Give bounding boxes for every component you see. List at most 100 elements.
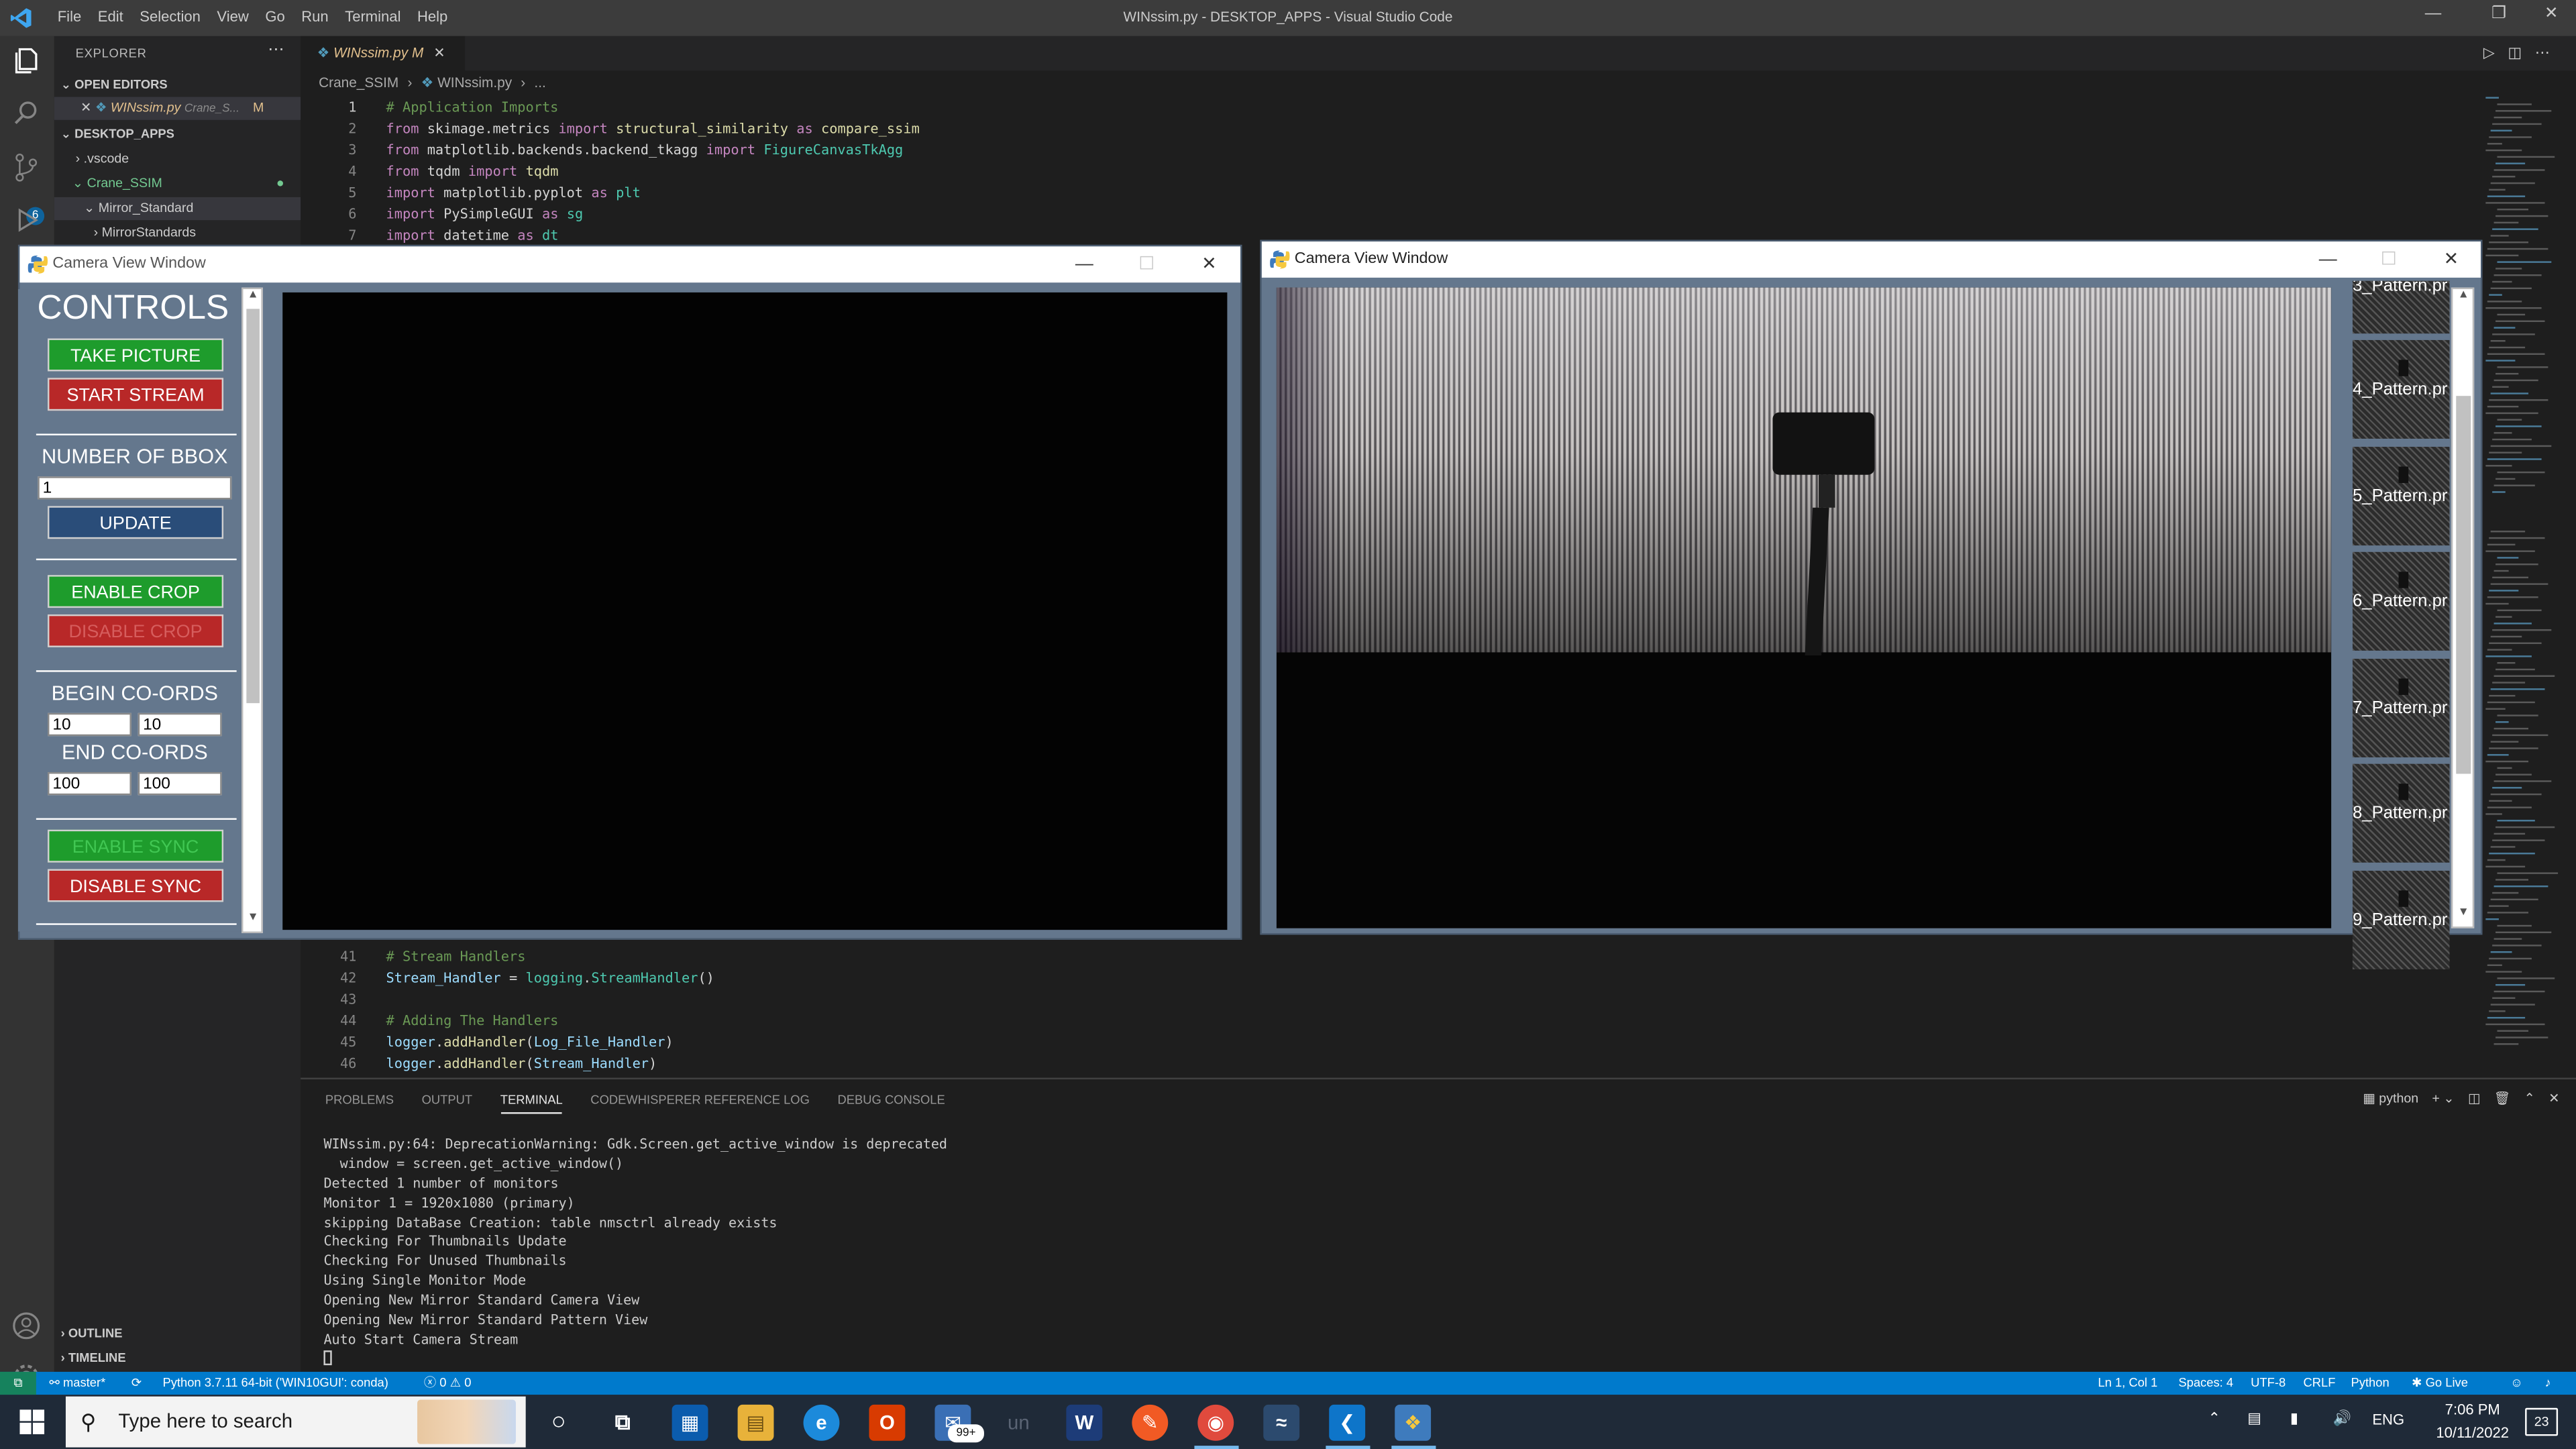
tab-output[interactable]: OUTPUT — [422, 1093, 473, 1114]
timeline-section[interactable]: › TIMELINE — [54, 1347, 301, 1370]
tab-codewhisperer[interactable]: CODEWHISPERER REFERENCE LOG — [590, 1093, 810, 1114]
run-icon[interactable]: ▷ — [2483, 44, 2508, 60]
run-debug-icon[interactable] — [10, 204, 43, 237]
more-actions-icon[interactable]: ⋯ — [2535, 44, 2563, 60]
trash-icon[interactable]: 🗑 — [2494, 1091, 2511, 1106]
split-editor-icon[interactable]: ◫ — [2508, 44, 2534, 60]
new-terminal-icon[interactable]: + — [2432, 1091, 2439, 1106]
go-live[interactable]: ✱ Go Live — [2412, 1372, 2468, 1395]
minimize-icon[interactable]: — — [2408, 5, 2457, 23]
scroll-down-icon[interactable]: ▼ — [245, 912, 261, 931]
edge-icon[interactable]: e — [803, 1404, 840, 1441]
problems-count[interactable]: ⓧ 0 ⚠ 0 — [424, 1372, 472, 1395]
chrome-icon[interactable]: ◉ — [1197, 1404, 1234, 1441]
camera-feed-left[interactable] — [282, 292, 1228, 930]
pattern-thumbnail[interactable]: 9_Pattern.pr — [2352, 869, 2450, 969]
chevron-up-icon[interactable]: ⌃ — [2208, 1409, 2220, 1428]
breadcrumb-file[interactable]: WINssim.py — [437, 74, 512, 90]
camera-feed-right[interactable] — [1276, 287, 2332, 928]
cursor-position[interactable]: Ln 1, Col 1 — [2098, 1372, 2157, 1395]
file-explorer-icon[interactable]: ▤ — [737, 1404, 774, 1441]
camera-window-titlebar[interactable]: Camera View Window — ☐ ✕ — [1261, 241, 2481, 278]
minimize-icon[interactable]: — — [1055, 246, 1114, 282]
open-editor-item[interactable]: ✕ ❖ WINssim.py Crane_S... M — [54, 97, 301, 120]
account-icon[interactable] — [10, 1309, 43, 1342]
start-stream-button[interactable]: START STREAM — [48, 378, 224, 411]
pattern-thumbnail[interactable]: 6_Pattern.pr — [2352, 551, 2450, 651]
code-line[interactable]: 3 from matplotlib.backends.backend_tkagg … — [301, 140, 2485, 161]
encoding[interactable]: UTF-8 — [2251, 1372, 2286, 1395]
thumbnails-scrollbar[interactable]: ▲ ▼ — [2451, 287, 2475, 928]
app-un-icon[interactable]: un — [1000, 1405, 1036, 1441]
code-line[interactable]: 43 — [301, 989, 2485, 1010]
sync-icon[interactable]: ⟳ — [131, 1372, 142, 1395]
close-icon[interactable]: ✕ — [1179, 246, 1238, 282]
workspace-section[interactable]: ⌄ DESKTOP_APPS — [54, 123, 301, 146]
end-x-input[interactable]: 100 — [48, 772, 131, 796]
restore-icon[interactable]: ❐ — [2474, 5, 2523, 23]
terminal-output[interactable]: WINssim.py:64: DeprecationWarning: Gdk.S… — [323, 1135, 947, 1369]
code-line[interactable]: 4 from tqdm import tqdm — [301, 161, 2485, 182]
scroll-up-icon[interactable]: ▲ — [2455, 289, 2473, 309]
tab-debug-console[interactable]: DEBUG CONSOLE — [838, 1093, 945, 1114]
scroll-thumb[interactable] — [2456, 396, 2471, 774]
tree-item-mirror-standard[interactable]: ⌄ Mirror_Standard — [54, 197, 301, 221]
close-editor-icon[interactable]: ✕ — [80, 100, 91, 115]
snipping-app-icon[interactable]: ≈ — [1263, 1404, 1300, 1441]
breadcrumb-folder[interactable]: Crane_SSIM — [319, 74, 398, 90]
clock-date[interactable]: 10/11/2022 — [2426, 1424, 2518, 1440]
task-view-icon[interactable]: ⧉ — [604, 1405, 641, 1441]
pattern-thumbnail[interactable]: 5_Pattern.pr — [2352, 445, 2450, 545]
tree-item-vscode[interactable]: › .vscode — [54, 148, 301, 170]
tree-item-crane-ssim[interactable]: ⌄ Crane_SSIM ● — [54, 172, 301, 195]
open-editors-section[interactable]: ⌄ OPEN EDITORS — [54, 74, 301, 97]
close-tab-icon[interactable]: ✕ — [433, 36, 445, 70]
tab-winssim[interactable]: ❖ WINssim.py M ✕ — [301, 36, 466, 71]
breadcrumb-symbol[interactable]: ... — [534, 74, 545, 90]
code-line[interactable]: 42 Stream_Handler = logging.StreamHandler… — [301, 967, 2485, 989]
end-y-input[interactable]: 100 — [138, 772, 222, 796]
pen-app-icon[interactable]: ✎ — [1132, 1404, 1169, 1441]
windows-start-icon[interactable] — [19, 1409, 45, 1434]
update-button[interactable]: UPDATE — [48, 506, 224, 539]
tab-terminal[interactable]: TERMINAL — [500, 1093, 563, 1114]
volume-icon[interactable]: 🔊 — [2333, 1409, 2351, 1428]
scroll-thumb[interactable] — [246, 309, 260, 704]
maximize-panel-icon[interactable]: ⌃ — [2524, 1091, 2535, 1106]
code-line[interactable]: 45 logger.addHandler(Log_File_Handler) — [301, 1032, 2485, 1053]
close-icon[interactable]: ✕ — [2422, 241, 2481, 278]
notifications-icon[interactable]: 23 — [2525, 1407, 2559, 1436]
indentation[interactable]: Spaces: 4 — [2178, 1372, 2233, 1395]
language-indicator[interactable]: ENG — [2372, 1411, 2404, 1428]
scroll-down-icon[interactable]: ▼ — [2455, 907, 2473, 926]
code-line[interactable]: 5 import matplotlib.pyplot as plt — [301, 182, 2485, 204]
bbox-count-input[interactable]: 1 — [38, 476, 232, 500]
word-icon[interactable]: W — [1066, 1404, 1103, 1441]
camera-window-titlebar[interactable]: Camera View Window — ☐ ✕ — [19, 246, 1240, 283]
office-icon[interactable]: O — [869, 1404, 906, 1441]
terminal-cursor[interactable] — [323, 1350, 947, 1370]
minimap[interactable] — [2482, 97, 2576, 1077]
taskbar-search-box[interactable]: ⚲ Type here to search — [65, 1396, 526, 1448]
battery-icon[interactable]: ▮ — [2290, 1409, 2298, 1428]
line-ending[interactable]: CRLF — [2303, 1372, 2335, 1395]
python-taskbar-icon[interactable]: ❖ — [1395, 1404, 1432, 1441]
close-icon[interactable]: ✕ — [2527, 5, 2576, 23]
take-picture-button[interactable]: TAKE PICTURE — [48, 338, 224, 372]
controls-scrollbar[interactable]: ▲ ▼ — [241, 287, 263, 934]
vscode-taskbar-icon[interactable]: ❮ — [1329, 1404, 1366, 1441]
code-line[interactable]: 44 # Adding The Handlers — [301, 1010, 2485, 1032]
clock-time[interactable]: 7:06 PM — [2438, 1401, 2507, 1417]
language-mode[interactable]: Python — [2351, 1372, 2390, 1395]
outline-section[interactable]: › OUTLINE — [54, 1322, 301, 1345]
begin-x-input[interactable]: 10 — [48, 712, 131, 737]
network-icon[interactable]: ▤ — [2247, 1409, 2261, 1428]
source-control-icon[interactable] — [10, 151, 43, 184]
feedback-icon[interactable]: ☺ — [2510, 1372, 2523, 1395]
tree-item-mirrorstandards[interactable]: › MirrorStandards — [54, 222, 301, 245]
enable-crop-button[interactable]: ENABLE CROP — [48, 575, 224, 608]
bell-icon[interactable]: ♪ — [2545, 1372, 2551, 1395]
code-line[interactable]: 6 import PySimpleGUI as sg — [301, 204, 2485, 225]
disable-sync-button[interactable]: DISABLE SYNC — [48, 869, 224, 902]
chevron-down-icon[interactable]: ⌄ — [2443, 1091, 2454, 1106]
